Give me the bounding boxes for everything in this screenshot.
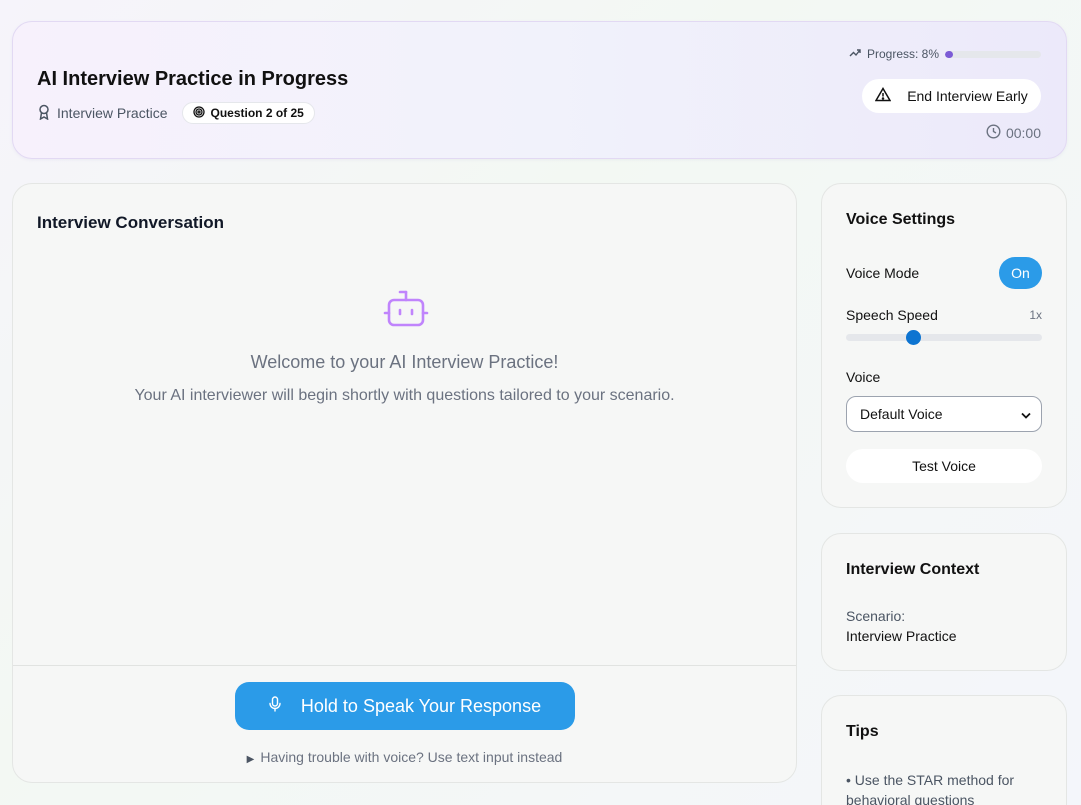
question-badge: Question 2 of 25	[182, 102, 315, 124]
voice-mode-toggle[interactable]: On	[999, 257, 1042, 289]
speech-speed-value: 1x	[1029, 308, 1042, 322]
progress-indicator: Progress: 8%	[849, 47, 1041, 61]
interview-header: AI Interview Practice in Progress Interv…	[12, 21, 1067, 159]
scenario-field-label: Scenario:	[846, 608, 906, 624]
scenario-label-text: Interview Practice	[57, 105, 168, 121]
welcome-text: Your AI interviewer will begin shortly w…	[134, 387, 675, 404]
voice-settings-panel: Voice Settings Voice Mode On Speech Spee…	[821, 183, 1067, 508]
voice-mode-label: Voice Mode	[846, 265, 920, 281]
header-meta: Interview Practice Question 2 of 25	[37, 102, 315, 124]
scenario-field-value: Interview Practice	[846, 628, 957, 644]
speech-speed-slider-thumb[interactable]	[905, 330, 921, 345]
interview-context-title: Interview Context	[846, 561, 980, 578]
voice-settings-title: Voice Settings	[846, 211, 956, 228]
welcome-title: Welcome to your AI Interview Practice!	[250, 352, 559, 372]
voice-select-value: Default Voice	[860, 406, 943, 422]
target-icon	[193, 105, 206, 121]
award-icon	[37, 104, 51, 123]
warning-icon	[874, 87, 892, 105]
test-voice-button[interactable]: Test Voice	[846, 449, 1042, 483]
hold-to-speak-button[interactable]: Hold to Speak Your Response	[235, 682, 575, 730]
tips-panel: Tips • Use the STAR method for behaviora…	[821, 695, 1067, 805]
tips-title: Tips	[846, 723, 879, 740]
microphone-icon	[269, 695, 281, 717]
timer-value: 00:00	[1005, 125, 1041, 141]
progress-bar-fill	[945, 50, 953, 58]
hold-to-speak-label: Hold to Speak Your Response	[300, 695, 542, 716]
conversation-title: Interview Conversation	[37, 213, 225, 232]
progress-label: Progress: 8%	[866, 47, 939, 61]
divider	[13, 665, 796, 666]
clock-icon	[986, 124, 1001, 142]
bot-icon	[383, 290, 429, 335]
text-input-toggle[interactable]: ▶ Having trouble with voice? Use text inp…	[13, 749, 796, 765]
interview-timer: 00:00	[986, 124, 1041, 142]
end-interview-label: End Interview Early	[907, 88, 1028, 104]
scenario-label: Interview Practice	[37, 104, 167, 123]
voice-select[interactable]: Default Voice	[846, 396, 1042, 432]
trending-up-icon	[849, 47, 861, 61]
speech-speed-label: Speech Speed	[846, 307, 938, 323]
chevron-down-icon	[1021, 406, 1031, 422]
tip-item: • Use the STAR method for behavioral que…	[846, 772, 1015, 805]
speech-speed-slider[interactable]	[846, 330, 1042, 345]
voice-label: Voice	[846, 369, 881, 385]
progress-bar	[945, 50, 1041, 58]
end-interview-button[interactable]: End Interview Early	[862, 79, 1041, 113]
text-input-toggle-label: Having trouble with voice? Use text inpu…	[260, 749, 563, 765]
interview-context-panel: Interview Context Scenario: Interview Pr…	[821, 533, 1067, 671]
question-badge-text: Question 2 of 25	[210, 106, 304, 120]
caret-right-icon: ▶	[246, 754, 255, 765]
page-title: AI Interview Practice in Progress	[37, 68, 349, 90]
conversation-panel: Interview Conversation Welcome to your A…	[12, 183, 797, 783]
